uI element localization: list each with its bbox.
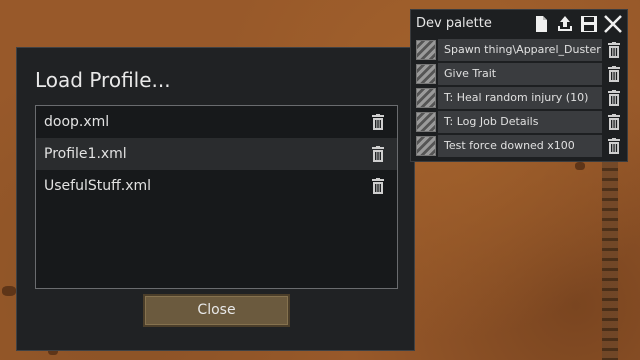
file-list: doop.xml Profile1.xml UsefulStuff.xml xyxy=(35,105,398,289)
palette-item-label[interactable]: Give Trait xyxy=(438,63,602,85)
trash-icon[interactable] xyxy=(608,66,620,82)
dev-palette: Dev palette Spawn thing\Apparel_Duster G… xyxy=(410,9,628,162)
palette-item-label[interactable]: Test force downed x100 xyxy=(438,135,602,157)
rock-decoration xyxy=(2,286,16,296)
file-name: Profile1.xml xyxy=(44,146,127,162)
trash-icon[interactable] xyxy=(608,114,620,130)
file-name: doop.xml xyxy=(44,114,110,130)
palette-title: Dev palette xyxy=(416,16,492,31)
trash-icon[interactable] xyxy=(608,42,620,58)
drag-handle-icon[interactable] xyxy=(416,88,436,108)
upload-icon[interactable] xyxy=(555,14,575,34)
dialog-title: Load Profile... xyxy=(35,68,171,92)
new-file-icon[interactable] xyxy=(531,14,551,34)
drag-handle-icon[interactable] xyxy=(416,64,436,84)
palette-item-label[interactable]: T: Log Job Details xyxy=(438,111,602,133)
drag-handle-icon[interactable] xyxy=(416,40,436,60)
drag-handle-icon[interactable] xyxy=(416,136,436,156)
close-button[interactable]: Close xyxy=(143,294,290,327)
save-icon[interactable] xyxy=(579,14,599,34)
palette-item-label[interactable]: Spawn thing\Apparel_Duster xyxy=(438,39,602,61)
palette-item[interactable]: T: Heal random injury (10) xyxy=(416,87,626,109)
trash-icon[interactable] xyxy=(371,114,385,130)
palette-item[interactable]: Give Trait xyxy=(416,63,626,85)
file-name: UsefulStuff.xml xyxy=(44,178,152,194)
palette-item[interactable]: T: Log Job Details xyxy=(416,111,626,133)
palette-toolbar xyxy=(531,13,623,35)
file-row[interactable]: UsefulStuff.xml xyxy=(36,170,397,202)
trash-icon[interactable] xyxy=(371,178,385,194)
file-row[interactable]: Profile1.xml xyxy=(36,138,397,170)
file-row[interactable]: doop.xml xyxy=(36,106,397,138)
palette-item[interactable]: Spawn thing\Apparel_Duster xyxy=(416,39,626,61)
drag-handle-icon[interactable] xyxy=(416,112,436,132)
trash-icon[interactable] xyxy=(608,90,620,106)
trash-icon[interactable] xyxy=(371,146,385,162)
rock-decoration xyxy=(575,162,585,170)
palette-item-label[interactable]: T: Heal random injury (10) xyxy=(438,87,602,109)
wall-background xyxy=(602,148,618,360)
trash-icon[interactable] xyxy=(608,138,620,154)
close-icon[interactable] xyxy=(603,14,623,34)
load-profile-dialog: Load Profile... doop.xml Profile1.xml Us… xyxy=(16,47,415,351)
palette-item[interactable]: Test force downed x100 xyxy=(416,135,626,157)
